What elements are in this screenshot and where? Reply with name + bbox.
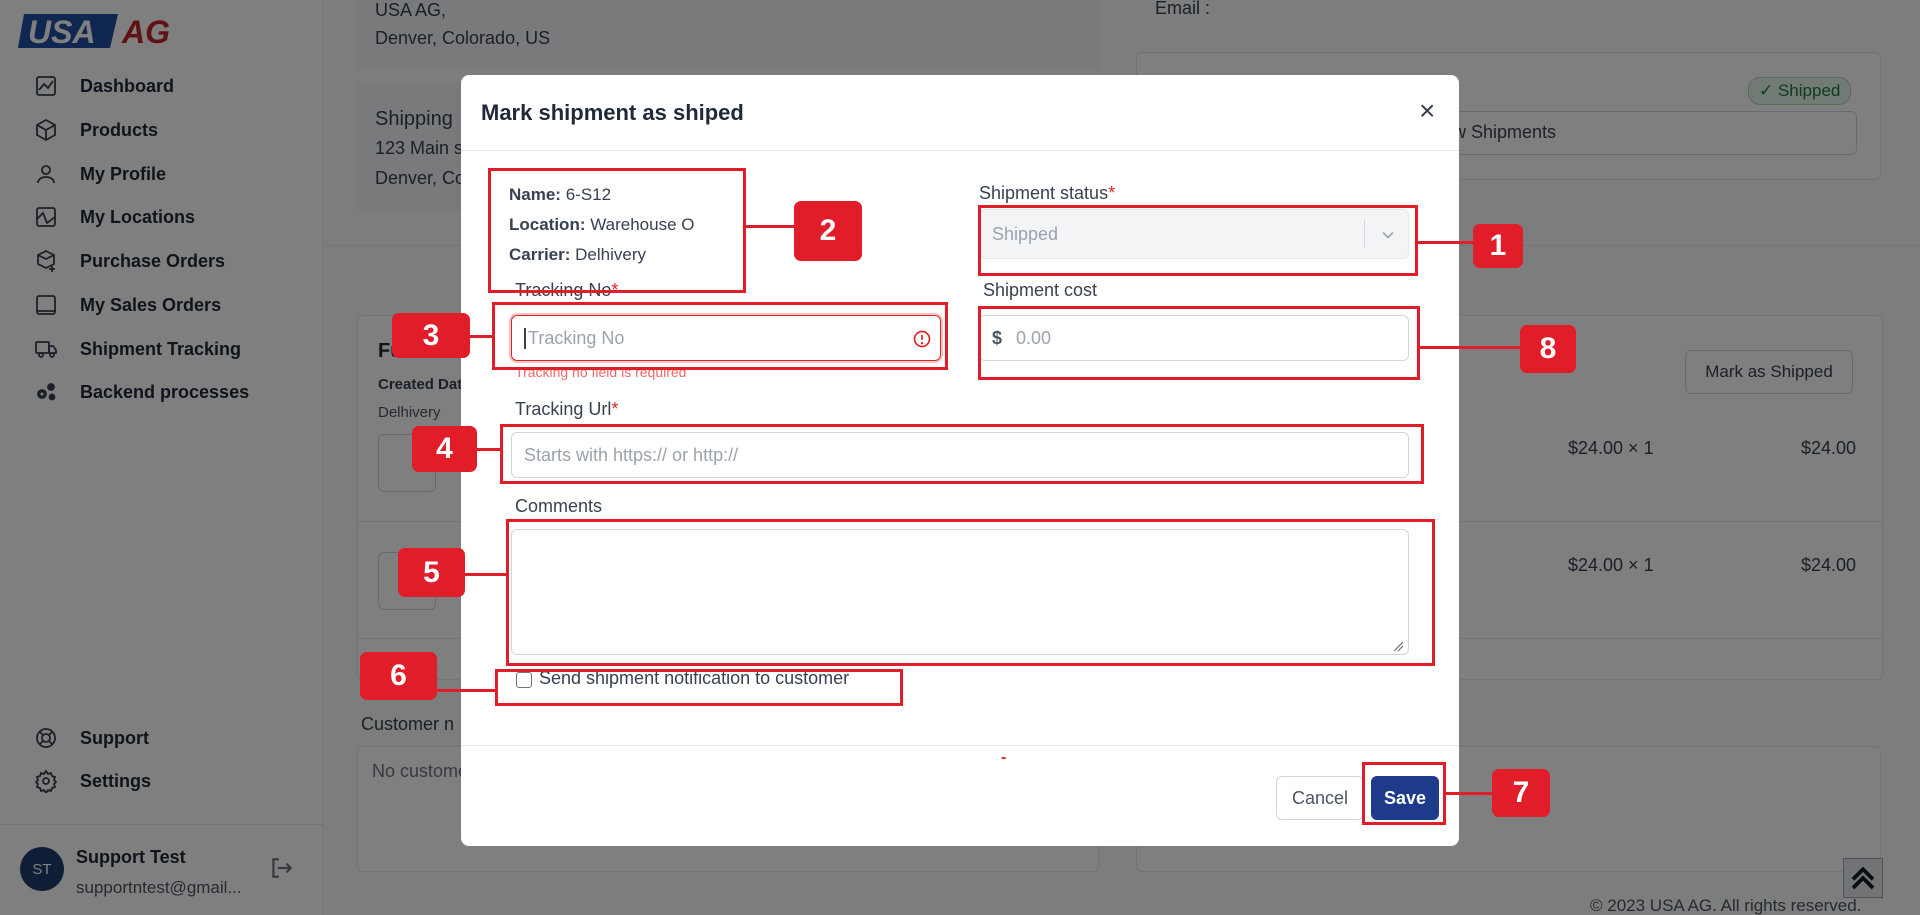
annotation-box-8 <box>978 306 1420 380</box>
annotation-tag-1: 1 <box>1473 224 1523 268</box>
close-icon[interactable]: × <box>1419 97 1435 125</box>
cancel-button[interactable]: Cancel <box>1276 776 1364 820</box>
tracking-url-label: Tracking Url* <box>515 399 618 420</box>
annotation-line-4 <box>477 448 500 451</box>
annotation-tag-4: 4 <box>412 426 477 472</box>
annotation-line-6 <box>435 689 495 692</box>
comments-label: Comments <box>515 496 603 516</box>
annotation-box-3 <box>492 302 948 370</box>
annotation-tag-7: 7 <box>1492 769 1550 817</box>
shipment-status-label: Shipment status* <box>979 183 1115 204</box>
shipment-cost-label: Shipment cost <box>983 280 1098 300</box>
annotation-box-6 <box>495 669 903 706</box>
annotation-line-1 <box>1418 241 1473 244</box>
required-asterisk: * <box>1108 183 1116 203</box>
annotation-line-8 <box>1420 346 1520 349</box>
annotation-line-7 <box>1446 792 1492 795</box>
annotation-tag-2: 2 <box>794 201 862 261</box>
annotation-box-2 <box>488 168 746 293</box>
annotation-line-3 <box>470 335 492 338</box>
annotation-box-1 <box>978 205 1418 276</box>
annotation-tag-5: 5 <box>398 548 465 597</box>
annotation-line-2 <box>746 225 794 228</box>
shipment-status-label-text: Shipment status <box>979 183 1109 203</box>
required-asterisk: * <box>611 399 619 419</box>
annotation-box-5 <box>506 519 1435 666</box>
stray-mark: - <box>1001 749 1007 766</box>
tracking-url-label-text: Tracking Url <box>515 399 612 419</box>
annotation-line-5 <box>465 573 506 576</box>
annotation-box-7 <box>1362 762 1446 825</box>
modal-footer-divider <box>461 745 1459 746</box>
annotation-tag-8: 8 <box>1520 325 1576 373</box>
annotation-tag-6: 6 <box>360 652 437 700</box>
annotation-box-4 <box>500 424 1424 484</box>
annotation-tag-3: 3 <box>392 313 470 358</box>
modal-header-divider <box>461 150 1459 151</box>
modal-title: Mark shipment as shiped <box>481 100 744 125</box>
